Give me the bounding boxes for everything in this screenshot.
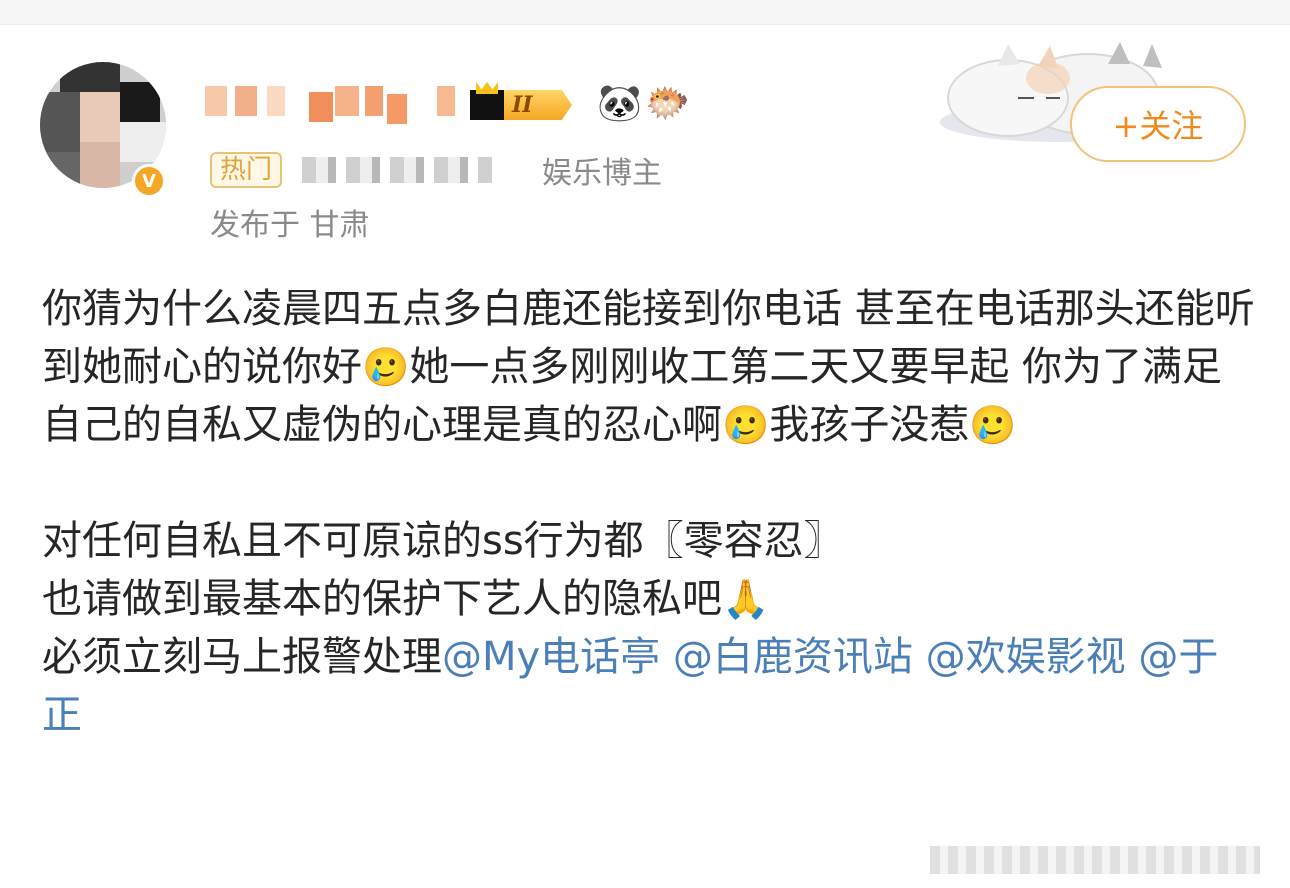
verified-badge-icon: V — [132, 164, 166, 198]
timestamp-mosaic — [302, 157, 493, 183]
meta-row: 热门 娱乐博主 — [210, 150, 663, 191]
post-paragraph-1: 你猜为什么凌晨四五点多白鹿还能接到你电话 甚至在电话那头还能听到她耐心的说你好🥲… — [42, 280, 1257, 454]
post-body: 你猜为什么凌晨四五点多白鹿还能接到你电话 甚至在电话那头还能听到她耐心的说你好🥲… — [42, 280, 1257, 744]
praying-hands-emoji-icon: 🙏 — [722, 577, 770, 621]
post-location: 发布于 甘肃 — [210, 208, 370, 243]
user-role: 娱乐博主 — [542, 156, 663, 191]
hot-tag: 热门 — [210, 152, 283, 188]
crying-smile-emoji-icon: 🥲 — [969, 403, 1017, 447]
mention-link[interactable]: @白鹿资讯站 — [673, 634, 913, 680]
watermark-mosaic — [930, 846, 1260, 874]
crying-smile-emoji-icon: 🥲 — [362, 345, 410, 389]
user-level-badge[interactable]: II — [470, 88, 572, 122]
fish-icon: 🐡 — [645, 83, 690, 124]
crown-icon — [470, 90, 504, 120]
post-line-2b: 也请做到最基本的保护下艺人的隐私吧🙏 — [42, 570, 1257, 628]
crying-smile-emoji-icon: 🥲 — [722, 403, 770, 447]
post-line-2c: 必须立刻马上报警处理@My电话亭 @白鹿资讯站 @欢娱影视 @于正 — [42, 628, 1257, 744]
level-label: II — [504, 90, 572, 120]
post-line-2a: 对任何自私且不可原谅的ss行为都〖零容忍〗 — [42, 518, 844, 564]
username-mosaic[interactable] — [205, 86, 465, 126]
top-bar — [0, 0, 1290, 25]
panda-icon: 🐼 — [597, 83, 642, 124]
mention-link[interactable]: @My电话亭 — [442, 634, 660, 680]
post-text: 也请做到最基本的保护下艺人的隐私吧 — [42, 576, 722, 622]
post-text: 必须立刻马上报警处理 — [42, 634, 442, 680]
mention-link[interactable]: @欢娱影视 — [926, 634, 1126, 680]
post-text: 我孩子没惹 — [769, 402, 970, 448]
follow-button[interactable]: +关注 — [1070, 86, 1246, 162]
